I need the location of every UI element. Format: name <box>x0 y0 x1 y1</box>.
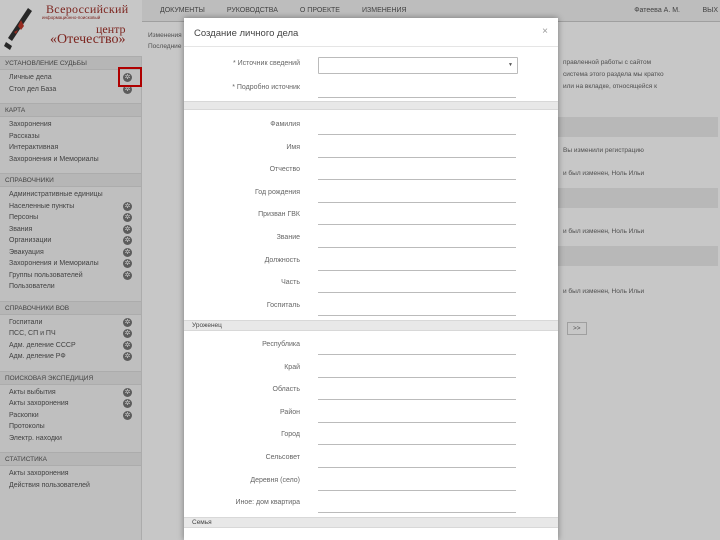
form-row: Иное: дом квартира <box>184 496 558 514</box>
text-input[interactable] <box>318 475 516 491</box>
field-label: Отчество <box>269 166 300 174</box>
text-input[interactable] <box>318 497 516 514</box>
text-input[interactable] <box>318 362 516 378</box>
field-label: Край <box>284 363 300 371</box>
text-input[interactable] <box>318 142 516 158</box>
field-label: Призван ГВК <box>258 211 300 219</box>
text-input[interactable] <box>318 164 516 181</box>
text-input[interactable] <box>318 232 516 248</box>
close-icon[interactable]: × <box>542 26 548 37</box>
create-case-modal: Создание личного дела × * Источник сведе… <box>184 18 558 540</box>
field-label: Город <box>281 431 300 439</box>
field-label: Фамилия <box>270 121 300 128</box>
form-row: Должность <box>184 254 558 272</box>
chevron-down-icon: ▼ <box>508 62 513 68</box>
field-label: Область <box>272 386 300 394</box>
field-label: Госпиталь <box>266 301 300 309</box>
divider <box>184 46 558 47</box>
field-label: Сельсовет <box>265 454 300 461</box>
text-input[interactable] <box>318 187 516 203</box>
text-input[interactable] <box>318 429 516 446</box>
form-row: Край <box>184 361 558 379</box>
text-input[interactable] <box>318 209 516 226</box>
source-select[interactable]: ▼ <box>318 57 518 74</box>
form-row: Год рождения <box>184 186 558 204</box>
text-input[interactable] <box>318 452 516 468</box>
form-row: Область <box>184 383 558 401</box>
form-row: Район <box>184 406 558 424</box>
text-input[interactable] <box>318 407 516 423</box>
field-label: Имя <box>286 143 300 151</box>
form-row: Сельсовет <box>184 451 558 469</box>
form-row: * Подробно источник <box>184 81 558 99</box>
field-label: Должность <box>264 256 300 264</box>
field-label: Республика <box>262 341 300 348</box>
form-row: Имя <box>184 141 558 159</box>
field-label: Деревня (село) <box>250 476 300 484</box>
form-row: Город <box>184 428 558 446</box>
form-row: Деревня (село) <box>184 474 558 492</box>
field-label: Район <box>280 408 300 416</box>
text-input[interactable] <box>318 384 516 401</box>
form-row: Республика <box>184 338 558 356</box>
text-input[interactable] <box>318 339 516 355</box>
field-label: Звание <box>276 234 300 241</box>
form-row: * Источник сведений ▼ <box>184 57 558 75</box>
text-input[interactable] <box>318 119 516 135</box>
form-row: Госпиталь <box>184 299 558 317</box>
field-label: Год рождения <box>254 188 300 196</box>
form-row: Часть <box>184 276 558 294</box>
text-input[interactable] <box>318 255 516 271</box>
section-band: Семья <box>184 517 558 528</box>
text-input[interactable] <box>318 82 516 98</box>
form-row: Отчество <box>184 163 558 181</box>
field-label: * Подробно источник <box>232 84 300 91</box>
text-input[interactable] <box>318 277 516 294</box>
field-label: Часть <box>281 279 300 287</box>
section-band <box>184 101 558 110</box>
modal-title: Создание личного дела <box>194 28 299 39</box>
text-input[interactable] <box>318 300 516 316</box>
form-row: Звание <box>184 231 558 249</box>
field-label: * Источник сведений <box>232 60 300 67</box>
field-label: Иное: дом квартира <box>235 499 300 507</box>
form-row: Призван ГВК <box>184 208 558 226</box>
form-row: Фамилия <box>184 118 558 136</box>
section-band: Уроженец <box>184 320 558 331</box>
